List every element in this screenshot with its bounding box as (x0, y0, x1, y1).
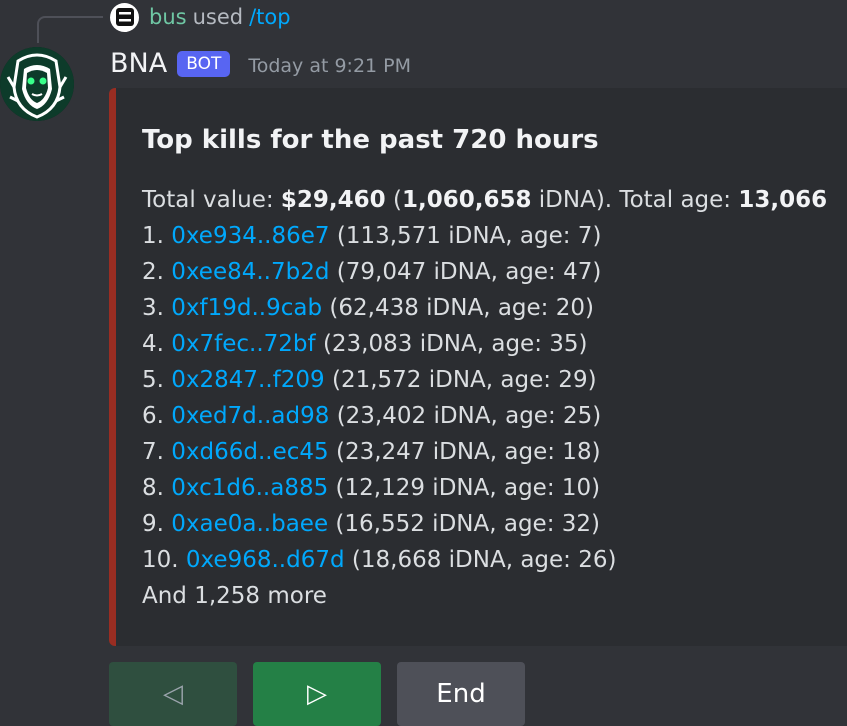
author-name[interactable]: BNA (110, 48, 167, 79)
summary-line: Total value: $29,460 (1,060,658 iDNA). T… (142, 182, 827, 218)
previous-page-button[interactable]: ◁ (109, 662, 237, 726)
entry-rank: 3. (142, 295, 164, 321)
list-item: 4. 0x7fec..72bf (23,083 iDNA, age: 35) (142, 326, 827, 362)
entry-rank: 9. (142, 511, 164, 537)
bot-avatar[interactable] (0, 47, 74, 121)
list-item: 2. 0xee84..7b2d (79,047 iDNA, age: 47) (142, 254, 827, 290)
discord-message-view: bus used /top BNA BOT Today at 9:21 PM T… (0, 0, 847, 726)
entry-address-link[interactable]: 0xf19d..9cab (171, 295, 322, 321)
list-item: 8. 0xc1d6..a885 (12,129 iDNA, age: 10) (142, 470, 827, 506)
total-age: 13,066 (738, 187, 828, 213)
list-item: 1. 0xe934..86e7 (113,571 iDNA, age: 7) (142, 218, 827, 254)
entry-details: (16,552 iDNA, age: 32) (335, 511, 600, 537)
entry-details: (21,572 iDNA, age: 29) (331, 367, 597, 393)
entry-rank: 2. (142, 259, 164, 285)
entry-rank: 10. (142, 547, 179, 573)
bot-badge: BOT (177, 50, 231, 77)
entry-details: (12,129 iDNA, age: 10) (335, 475, 601, 501)
total-value: $29,460 (280, 187, 386, 213)
entry-address-link[interactable]: 0xed7d..ad98 (171, 403, 329, 429)
reply-connector (37, 16, 103, 43)
total-value-label: Total value: (142, 187, 281, 213)
entry-rank: 5. (142, 367, 164, 393)
entry-address-link[interactable]: 0xe968..d67d (186, 547, 345, 573)
entry-address-link[interactable]: 0xe934..86e7 (171, 223, 329, 249)
embed-title: Top kills for the past 720 hours (142, 125, 599, 155)
list-item: 10. 0xe968..d67d (18,668 iDNA, age: 26) (142, 542, 827, 578)
entry-address-link[interactable]: 0x2847..f209 (171, 367, 324, 393)
end-button-label: End (436, 679, 486, 709)
total-idna: 1,060,658 (401, 187, 532, 213)
entry-rank: 6. (142, 403, 164, 429)
message-timestamp[interactable]: Today at 9:21 PM (248, 55, 411, 77)
entry-details: (23,402 iDNA, age: 25) (336, 403, 602, 429)
entry-rank: 1. (142, 223, 164, 249)
entry-details: (18,668 iDNA, age: 26) (351, 547, 617, 573)
entry-address-link[interactable]: 0xee84..7b2d (171, 259, 329, 285)
entry-details: (113,571 iDNA, age: 7) (336, 223, 602, 249)
reply-used-text: used (192, 5, 244, 29)
entry-details: (62,438 iDNA, age: 20) (329, 295, 594, 321)
embed-footer-text: And 1,258 more (142, 583, 327, 609)
reply-reference[interactable]: bus used /top (110, 2, 291, 32)
embed-description: Total value: $29,460 (1,060,658 iDNA). T… (142, 182, 827, 614)
entry-address-link[interactable]: 0x7fec..72bf (171, 331, 315, 357)
entry-rank: 8. (142, 475, 164, 501)
entry-rank: 7. (142, 439, 164, 465)
end-button[interactable]: End (397, 662, 525, 726)
embed-card: Top kills for the past 720 hours Total v… (109, 88, 847, 646)
entry-address-link[interactable]: 0xd66d..ec45 (171, 439, 328, 465)
list-item: 5. 0x2847..f209 (21,572 iDNA, age: 29) (142, 362, 827, 398)
next-page-button[interactable]: ▷ (253, 662, 381, 726)
list-item: 9. 0xae0a..baee (16,552 iDNA, age: 32) (142, 506, 827, 542)
entry-details: (23,247 iDNA, age: 18) (335, 439, 601, 465)
entry-rank: 4. (142, 331, 164, 357)
idna-close: iDNA). Total age: (531, 187, 739, 213)
next-arrow-icon: ▷ (307, 679, 327, 709)
entry-address-link[interactable]: 0xae0a..baee (171, 511, 328, 537)
reply-command[interactable]: /top (249, 5, 291, 29)
entry-details: (23,083 iDNA, age: 35) (322, 331, 588, 357)
list-item: 6. 0xed7d..ad98 (23,402 iDNA, age: 25) (142, 398, 827, 434)
reply-username[interactable]: bus (149, 5, 187, 29)
message-header: BNA BOT Today at 9:21 PM (110, 48, 411, 79)
idna-open: ( (385, 187, 402, 213)
entry-address-link[interactable]: 0xc1d6..a885 (171, 475, 328, 501)
list-item: 3. 0xf19d..9cab (62,438 iDNA, age: 20) (142, 290, 827, 326)
previous-arrow-icon: ◁ (163, 679, 183, 709)
list-item: 7. 0xd66d..ec45 (23,247 iDNA, age: 18) (142, 434, 827, 470)
entry-details: (79,047 iDNA, age: 47) (336, 259, 602, 285)
reply-user-avatar[interactable] (110, 2, 139, 32)
